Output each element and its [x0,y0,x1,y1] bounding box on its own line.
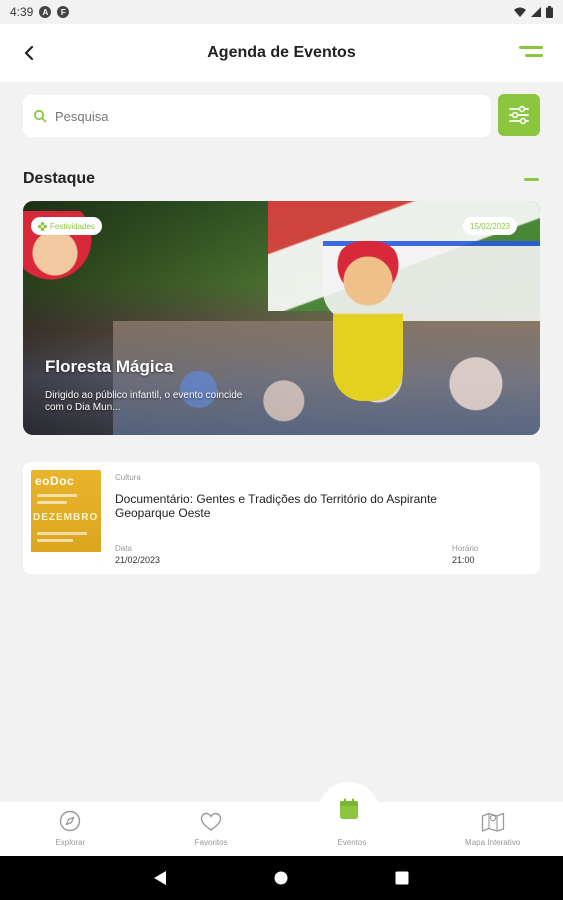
thumbnail-line [37,539,73,542]
featured-description: Dirigido ao público infantil, o evento c… [45,390,243,413]
signal-icon [531,7,541,17]
featured-event-card[interactable]: Festividades 15/02/2023 Floresta Mágica … [23,201,540,435]
event-category: Cultura [115,473,141,482]
category-badge: Festividades [31,217,102,235]
thumbnail-title: eoDoc [35,474,75,488]
event-thumbnail: eoDoc DEZEMBRO [31,470,101,566]
search-icon [33,109,47,123]
nav-label-favoritos: Favoritos [194,838,228,847]
heart-icon [200,812,222,831]
featured-image-mascot-middle [333,241,403,401]
nav-eventos-active-button[interactable] [329,789,369,829]
thumbnail-line [37,494,77,497]
back-button[interactable] [16,40,42,66]
status-time: 4:39 [10,5,34,19]
calendar-icon [340,798,358,819]
event-time: 21:00 [452,555,475,565]
date-badge-label: 15/02/2023 [469,221,510,231]
event-date-label: Data [115,544,132,553]
chevron-left-icon [24,46,34,60]
compass-icon [60,810,81,832]
nav-item-mapa-interativo[interactable]: Mapa Interativo [422,802,563,856]
sliders-icon [509,105,529,125]
home-circle-icon[interactable] [274,871,288,885]
wifi-icon [514,7,526,17]
nav-item-explorar[interactable]: Explorar [0,802,141,856]
nav-label-explorar: Explorar [55,838,86,847]
app-header: Agenda de Eventos [0,24,563,82]
date-badge: 15/02/2023 [462,217,517,235]
featured-title: Floresta Mágica [45,357,174,376]
category-badge-label: Festividades [50,221,95,231]
nav-label-mapa: Mapa Interativo [465,838,521,847]
section-collapse-button[interactable] [524,178,539,181]
back-triangle-icon[interactable] [153,870,167,886]
system-navigation-bar [0,856,563,900]
bottom-navigation: Explorar Favoritos Eventos Mapa Interati… [0,802,563,856]
thumbnail-month: DEZEMBRO [33,512,99,523]
flower-icon [38,221,47,231]
menu-line-top [519,46,543,49]
event-list-item[interactable]: eoDoc DEZEMBRO Cultura Documentário: Gen… [23,462,540,574]
notification-a-icon: A [39,6,52,18]
battery-icon [546,6,553,18]
thumbnail-line [37,532,87,535]
thumbnail-line [37,501,67,504]
thumbnail-footer [31,552,101,566]
map-icon [481,812,504,832]
event-title: Documentário: Gentes e Tradições do Terr… [115,492,437,520]
section-title: Destaque [23,170,96,187]
status-bar: 4:39 A F [0,0,563,24]
nav-item-favoritos[interactable]: Favoritos [141,802,282,856]
featured-image-crowd [113,321,540,435]
notification-f-icon: F [57,6,70,18]
status-left: 4:39 A F [10,5,70,19]
event-date: 21/02/2023 [115,555,161,565]
recents-square-icon[interactable] [395,871,409,885]
filter-button[interactable] [498,94,540,136]
event-time-label: Horário [452,544,479,553]
menu-button[interactable] [519,44,543,62]
search-input[interactable] [55,108,455,124]
nav-label-eventos: Eventos [337,838,367,847]
menu-line-bottom [525,54,543,57]
search-box [23,95,491,137]
page-title: Agenda de Eventos [207,44,356,61]
status-right [514,6,553,18]
